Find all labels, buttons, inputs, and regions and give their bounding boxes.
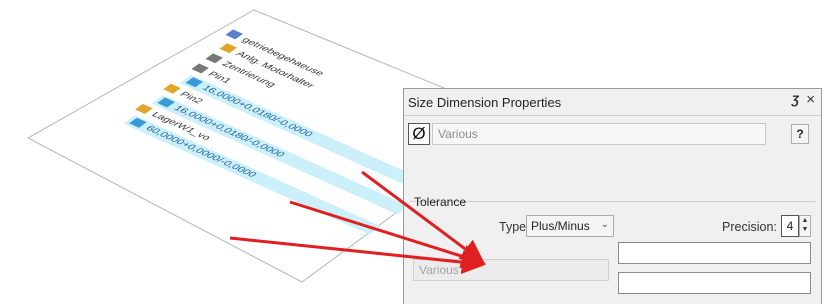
size-dimension-properties-dialog: Size Dimension Properties Ʒ × Ø Various … [403,88,822,304]
upper-tolerance-field[interactable] [618,242,811,264]
nominal-value-field: Various [413,259,609,281]
tolerance-label: Tolerance [414,195,467,209]
diameter-symbol-button[interactable]: Ø [408,123,430,145]
chevron-down-icon: ⌄ [600,219,609,230]
pin-icon[interactable]: Ʒ [792,93,799,107]
precision-input[interactable]: 4 [781,215,799,237]
close-icon[interactable]: × [806,91,815,108]
spin-down-icon[interactable]: ▼ [800,225,810,234]
precision-spinner[interactable]: ▲ ▼ [799,215,811,237]
tolerance-type-select[interactable]: Plus/Minus ⌄ [526,215,614,237]
help-button[interactable]: ? [791,124,809,144]
lower-tolerance-field[interactable] [618,272,811,294]
type-label: Type: [499,220,530,234]
dimension-text-field[interactable]: Various [432,123,766,145]
precision-label: Precision: [722,220,777,234]
dialog-title: Size Dimension Properties [408,95,562,110]
tolerance-type-value: Plus/Minus [531,219,590,233]
dialog-titlebar: Size Dimension Properties Ʒ × [404,89,821,116]
spin-up-icon[interactable]: ▲ [800,216,810,225]
